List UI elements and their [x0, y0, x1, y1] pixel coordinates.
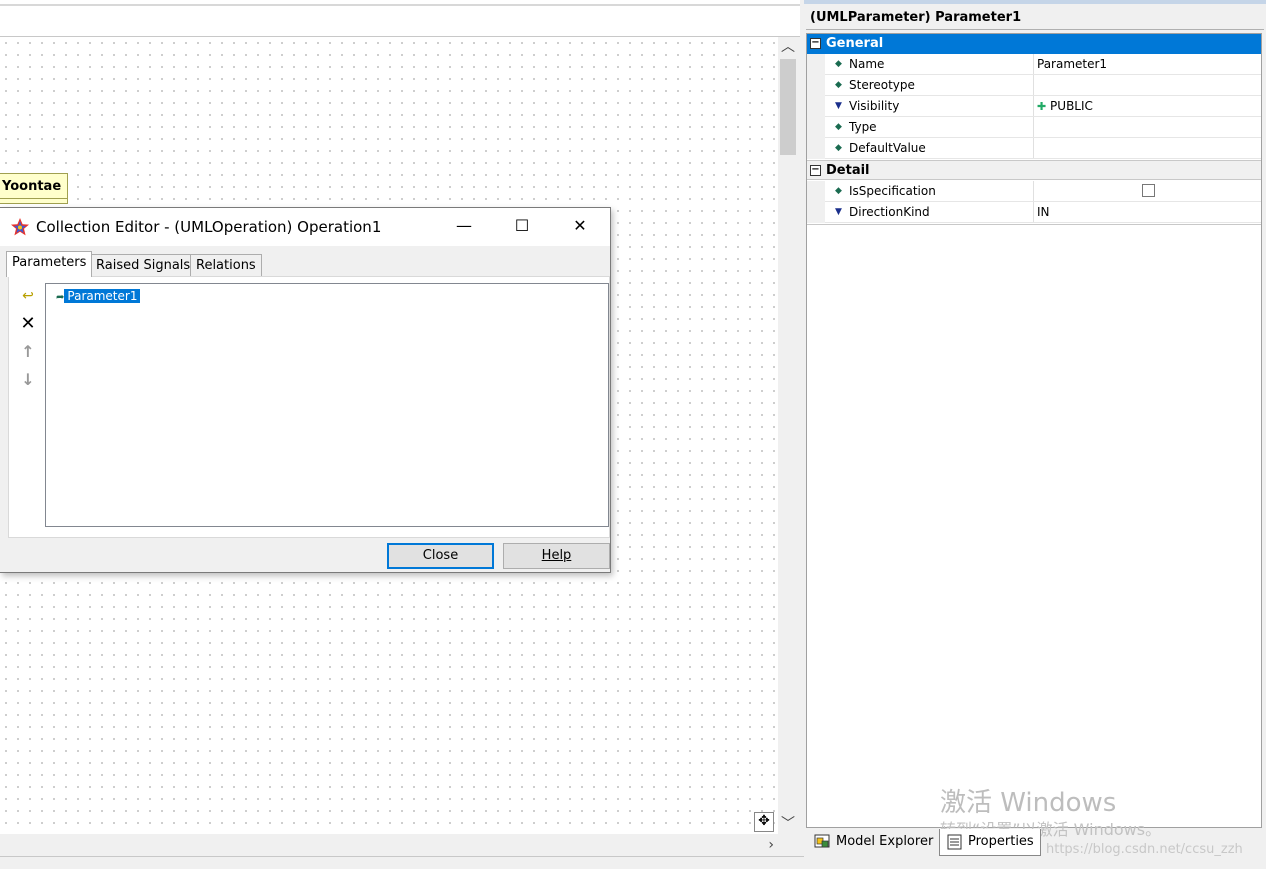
property-row-is-specification[interactable]: ◆ IsSpecification: [807, 181, 1261, 202]
property-key: Visibility: [849, 99, 900, 113]
diamond-icon: ◆: [835, 59, 842, 69]
list-item[interactable]: ➦ Parameter1: [56, 287, 141, 305]
editor-top-strip: [0, 0, 800, 37]
activation-watermark-title: 激活 Windows: [940, 788, 1117, 818]
parameters-list[interactable]: ➦ Parameter1: [45, 283, 609, 527]
diamond-icon: ◆: [835, 186, 842, 196]
is-specification-checkbox[interactable]: [1142, 184, 1155, 197]
property-key: Stereotype: [849, 78, 915, 92]
property-row-visibility[interactable]: ▼ Visibility ✚ PUBLIC: [807, 96, 1261, 117]
diamond-icon: ◆: [835, 80, 842, 90]
minimize-icon: —: [456, 216, 472, 235]
model-explorer-icon: [814, 834, 830, 848]
category-detail[interactable]: − Detail: [807, 160, 1261, 180]
scroll-down-icon[interactable]: ﹀: [778, 814, 798, 834]
vertical-scroll-thumb[interactable]: [780, 59, 796, 155]
close-button[interactable]: Close: [387, 543, 494, 569]
maximize-button[interactable]: ☐: [493, 208, 551, 246]
pan-move-icon[interactable]: ✥: [754, 812, 774, 832]
properties-icon: [947, 834, 962, 850]
close-icon: ✕: [573, 216, 587, 235]
property-row-type[interactable]: ◆ Type: [807, 117, 1261, 138]
property-row-name[interactable]: ◆ Name Parameter1: [807, 54, 1261, 75]
canvas-vertical-scrollbar[interactable]: ︿ ﹀: [778, 37, 798, 834]
tab-label: Model Explorer: [836, 834, 934, 849]
property-row-stereotype[interactable]: ◆ Stereotype: [807, 75, 1261, 96]
property-key: Name: [849, 57, 885, 71]
visibility-value: PUBLIC: [1050, 99, 1093, 113]
delete-icon[interactable]: ✕: [17, 313, 39, 335]
property-key: DefaultValue: [849, 141, 926, 155]
collapse-icon[interactable]: −: [810, 165, 821, 176]
tab-raised-signals[interactable]: Raised Signals: [90, 254, 197, 276]
diamond-icon: ◆: [835, 143, 842, 153]
add-icon[interactable]: ↩: [17, 285, 39, 307]
minimize-button[interactable]: —: [435, 208, 493, 246]
properties-panel: (UMLParameter) Parameter1 − General ◆ Na…: [804, 0, 1266, 868]
scroll-up-icon[interactable]: ︿: [778, 37, 798, 57]
property-grid: − General ◆ Name Parameter1 ◆ Stereotype…: [806, 33, 1262, 828]
star-app-icon: [11, 218, 29, 236]
close-window-button[interactable]: ✕: [551, 208, 609, 246]
property-value[interactable]: IN: [1037, 202, 1050, 222]
category-label: Detail: [826, 163, 870, 178]
triangle-down-icon: ▼: [835, 101, 842, 111]
bottom-tab-strip: Model Explorer Properties: [806, 829, 1266, 856]
category-label: General: [826, 36, 884, 51]
tab-model-explorer[interactable]: Model Explorer: [808, 829, 936, 856]
list-item-label: Parameter1: [64, 289, 141, 303]
triangle-down-icon: ▼: [835, 207, 842, 217]
property-row-default-value[interactable]: ◆ DefaultValue: [807, 138, 1261, 159]
dialog-title: Collection Editor - (UMLOperation) Opera…: [36, 218, 382, 236]
maximize-icon: ☐: [514, 216, 530, 235]
tab-parameters[interactable]: Parameters: [6, 251, 93, 277]
property-value[interactable]: ✚ PUBLIC: [1037, 96, 1093, 117]
property-row-direction-kind[interactable]: ▼ DirectionKind IN: [807, 202, 1261, 223]
parameters-panel: ↩ ✕ ↑ ↓ ➦ Parameter1: [8, 276, 610, 538]
tab-label: Properties: [968, 834, 1034, 849]
help-button[interactable]: Help: [503, 543, 610, 569]
tab-relations[interactable]: Relations: [190, 254, 262, 276]
property-key: DirectionKind: [849, 205, 930, 219]
property-key: Type: [849, 120, 877, 134]
visibility-public-icon: ✚: [1037, 100, 1047, 113]
diamond-icon: ◆: [835, 122, 842, 132]
category-general[interactable]: − General: [807, 34, 1261, 54]
tab-properties[interactable]: Properties: [939, 829, 1041, 856]
list-toolbar: ↩ ✕ ↑ ↓: [11, 281, 45, 533]
move-down-icon[interactable]: ↓: [17, 369, 39, 391]
scroll-right-icon[interactable]: ›: [768, 834, 774, 856]
canvas-horizontal-scrollbar[interactable]: ›: [0, 834, 778, 856]
collection-editor-dialog: Collection Editor - (UMLOperation) Opera…: [0, 207, 611, 573]
uml-class-box[interactable]: Yoontae: [0, 173, 68, 204]
move-up-icon[interactable]: ↑: [17, 341, 39, 363]
property-key: IsSpecification: [849, 184, 936, 198]
uml-class-name: Yoontae: [2, 179, 62, 194]
dialog-title-bar[interactable]: Collection Editor - (UMLOperation) Opera…: [0, 208, 610, 246]
collapse-icon[interactable]: −: [810, 38, 821, 49]
property-value[interactable]: Parameter1: [1037, 54, 1107, 74]
properties-header: (UMLParameter) Parameter1: [806, 6, 1264, 30]
